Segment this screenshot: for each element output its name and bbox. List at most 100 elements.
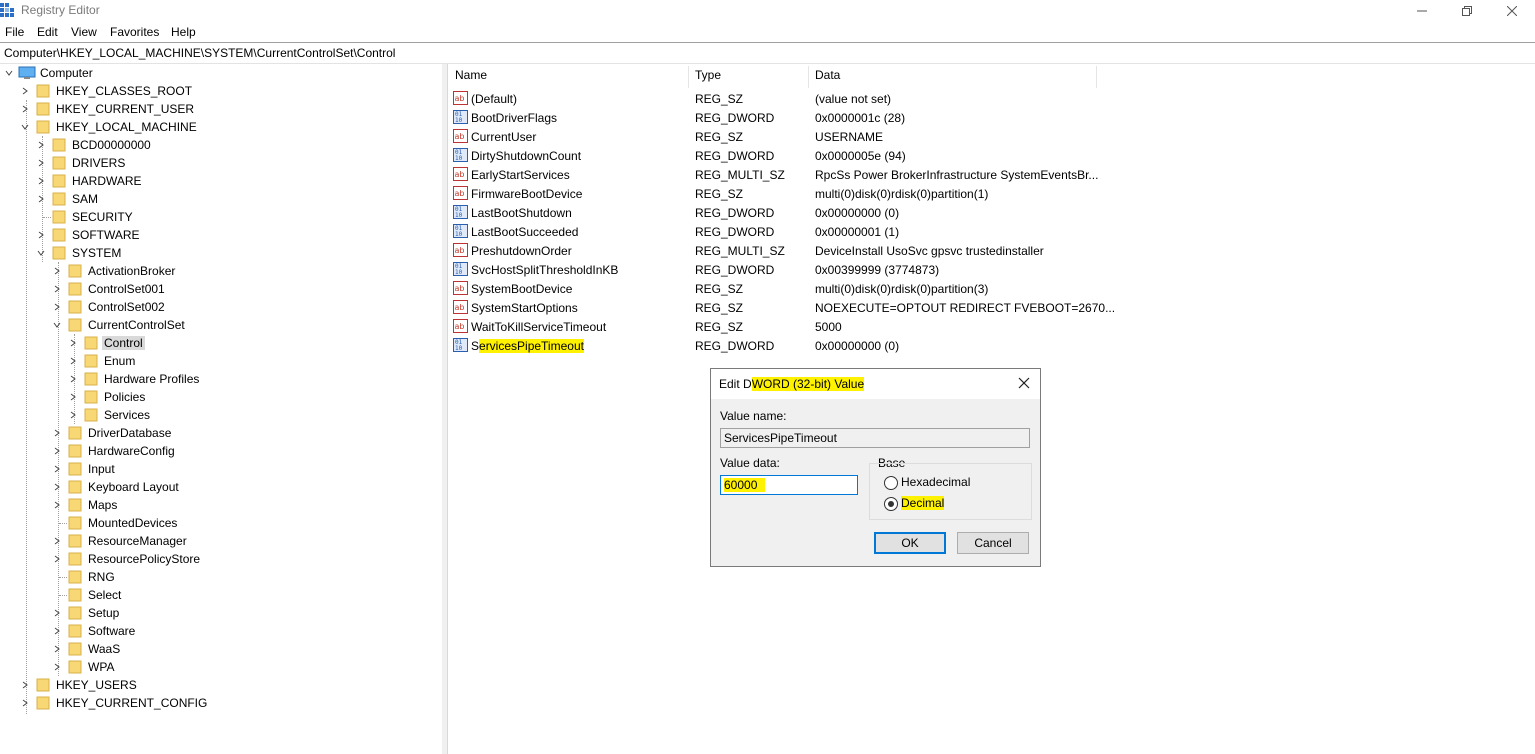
tree-item-input[interactable]: Input: [0, 460, 440, 478]
chevron-right-icon[interactable]: [36, 226, 46, 244]
tree-item-hardware-profiles[interactable]: Hardware Profiles: [0, 370, 440, 388]
chevron-right-icon[interactable]: [52, 496, 62, 514]
tree-item-hardware[interactable]: HARDWARE: [0, 172, 440, 190]
chevron-down-icon[interactable]: [4, 64, 14, 82]
chevron-right-icon[interactable]: [52, 478, 62, 496]
column-divider[interactable]: [808, 66, 809, 88]
value-row[interactable]: ab CurrentUser REG_SZ USERNAME: [448, 127, 1535, 146]
tree-item-activationbroker[interactable]: ActivationBroker: [0, 262, 440, 280]
value-row[interactable]: 01 10 LastBootShutdown REG_DWORD 0x00000000 …: [448, 203, 1535, 222]
chevron-right-icon[interactable]: [36, 154, 46, 172]
chevron-right-icon[interactable]: [68, 388, 78, 406]
chevron-right-icon[interactable]: [52, 532, 62, 550]
menu-view[interactable]: View: [71, 25, 97, 39]
chevron-down-icon[interactable]: [36, 244, 46, 262]
chevron-right-icon[interactable]: [68, 352, 78, 370]
tree-item-computer[interactable]: Computer: [0, 64, 440, 82]
tree-item-currentcontrolset[interactable]: CurrentControlSet: [0, 316, 440, 334]
chevron-right-icon[interactable]: [52, 640, 62, 658]
chevron-down-icon[interactable]: [20, 118, 30, 136]
column-divider[interactable]: [688, 66, 689, 88]
tree-item-setup[interactable]: Setup: [0, 604, 440, 622]
column-header-data[interactable]: Data: [815, 68, 840, 82]
chevron-right-icon[interactable]: [20, 694, 30, 712]
chevron-right-icon[interactable]: [20, 676, 30, 694]
decimal-radio[interactable]: [884, 497, 898, 511]
value-row[interactable]: ab PreshutdownOrder REG_MULTI_SZ DeviceInst…: [448, 241, 1535, 260]
value-row-selected[interactable]: 01 10 ServicesPipeTimeout REG_DWORD 0x000…: [448, 336, 1535, 355]
menu-favorites[interactable]: Favorites: [110, 25, 159, 39]
chevron-right-icon[interactable]: [68, 406, 78, 424]
tree-item-controlset002[interactable]: ControlSet002: [0, 298, 440, 316]
value-row[interactable]: ab (Default) REG_SZ (value not set): [448, 89, 1535, 108]
tree-item-enum[interactable]: Enum: [0, 352, 440, 370]
minimize-button[interactable]: [1399, 0, 1445, 22]
decimal-label[interactable]: Decimal: [901, 496, 945, 510]
value-row[interactable]: 01 10 LastBootSucceeded REG_DWORD 0x00000001…: [448, 222, 1535, 241]
value-name-field[interactable]: ServicesPipeTimeout: [720, 428, 1030, 448]
menu-edit[interactable]: Edit: [37, 25, 58, 39]
tree-item-hklm[interactable]: HKEY_LOCAL_MACHINE: [0, 118, 440, 136]
tree-item-security[interactable]: SECURITY: [0, 208, 440, 226]
address-bar[interactable]: Computer\HKEY_LOCAL_MACHINE\SYSTEM\Curre…: [0, 42, 1535, 64]
value-data-input[interactable]: 60000: [720, 475, 858, 495]
chevron-right-icon[interactable]: [68, 370, 78, 388]
chevron-right-icon[interactable]: [52, 424, 62, 442]
column-header-name[interactable]: Name: [455, 68, 487, 82]
tree-item-sam[interactable]: SAM: [0, 190, 440, 208]
column-header-type[interactable]: Type: [695, 68, 721, 82]
tree-item-services[interactable]: Services: [0, 406, 440, 424]
column-divider[interactable]: [1096, 66, 1097, 88]
tree-item-policies[interactable]: Policies: [0, 388, 440, 406]
hexadecimal-radio[interactable]: [884, 476, 898, 490]
tree-item-hku[interactable]: HKEY_USERS: [0, 676, 440, 694]
chevron-right-icon[interactable]: [52, 442, 62, 460]
chevron-right-icon[interactable]: [52, 658, 62, 676]
chevron-right-icon[interactable]: [52, 604, 62, 622]
value-row[interactable]: 01 10 DirtyShutdownCount REG_DWORD 0x0000005…: [448, 146, 1535, 165]
cancel-button[interactable]: Cancel: [957, 532, 1029, 554]
tree-item-hkcu[interactable]: HKEY_CURRENT_USER: [0, 100, 440, 118]
tree-item-control[interactable]: Control: [0, 334, 440, 352]
tree-item-controlset001[interactable]: ControlSet001: [0, 280, 440, 298]
tree-item-keyboard-layout[interactable]: Keyboard Layout: [0, 478, 440, 496]
tree-item-mounteddevices[interactable]: MountedDevices: [0, 514, 440, 532]
chevron-right-icon[interactable]: [36, 172, 46, 190]
value-row[interactable]: ab EarlyStartServices REG_MULTI_SZ RpcSs Po…: [448, 165, 1535, 184]
tree-item-wpa[interactable]: WPA: [0, 658, 440, 676]
chevron-right-icon[interactable]: [36, 136, 46, 154]
tree-item-resourcepolicystore[interactable]: ResourcePolicyStore: [0, 550, 440, 568]
tree-item-bcd[interactable]: BCD00000000: [0, 136, 440, 154]
tree-item-software-sub[interactable]: Software: [0, 622, 440, 640]
hexadecimal-label[interactable]: Hexadecimal: [901, 475, 970, 489]
close-button[interactable]: [1489, 0, 1535, 22]
tree-item-hardwareconfig[interactable]: HardwareConfig: [0, 442, 440, 460]
tree-item-drivers[interactable]: DRIVERS: [0, 154, 440, 172]
chevron-right-icon[interactable]: [52, 460, 62, 478]
tree-item-driverdatabase[interactable]: DriverDatabase: [0, 424, 440, 442]
chevron-right-icon[interactable]: [52, 262, 62, 280]
tree-item-select[interactable]: Select: [0, 586, 440, 604]
dialog-title-bar[interactable]: Edit DWORD (32-bit) Value: [711, 369, 1040, 399]
chevron-down-icon[interactable]: [52, 316, 62, 334]
menu-file[interactable]: File: [5, 25, 24, 39]
tree-item-hkcr[interactable]: HKEY_CLASSES_ROOT: [0, 82, 440, 100]
tree-item-hkcc[interactable]: HKEY_CURRENT_CONFIG: [0, 694, 440, 712]
close-icon[interactable]: [1016, 375, 1032, 391]
ok-button[interactable]: OK: [874, 532, 946, 554]
value-row[interactable]: ab SystemBootDevice REG_SZ multi(0)disk(0)r…: [448, 279, 1535, 298]
chevron-right-icon[interactable]: [20, 100, 30, 118]
chevron-right-icon[interactable]: [36, 190, 46, 208]
chevron-right-icon[interactable]: [20, 82, 30, 100]
chevron-right-icon[interactable]: [68, 334, 78, 352]
tree-item-maps[interactable]: Maps: [0, 496, 440, 514]
chevron-right-icon[interactable]: [52, 280, 62, 298]
chevron-right-icon[interactable]: [52, 298, 62, 316]
value-row[interactable]: ab WaitToKillServiceTimeout REG_SZ 5000: [448, 317, 1535, 336]
restore-button[interactable]: [1444, 0, 1490, 22]
value-row[interactable]: ab SystemStartOptions REG_SZ NOEXECUTE=OPT…: [448, 298, 1535, 317]
value-row[interactable]: ab FirmwareBootDevice REG_SZ multi(0)disk(0…: [448, 184, 1535, 203]
tree-item-rng[interactable]: RNG: [0, 568, 440, 586]
chevron-right-icon[interactable]: [52, 550, 62, 568]
value-row[interactable]: 01 10 SvcHostSplitThresholdInKB REG_DWORD 0x…: [448, 260, 1535, 279]
